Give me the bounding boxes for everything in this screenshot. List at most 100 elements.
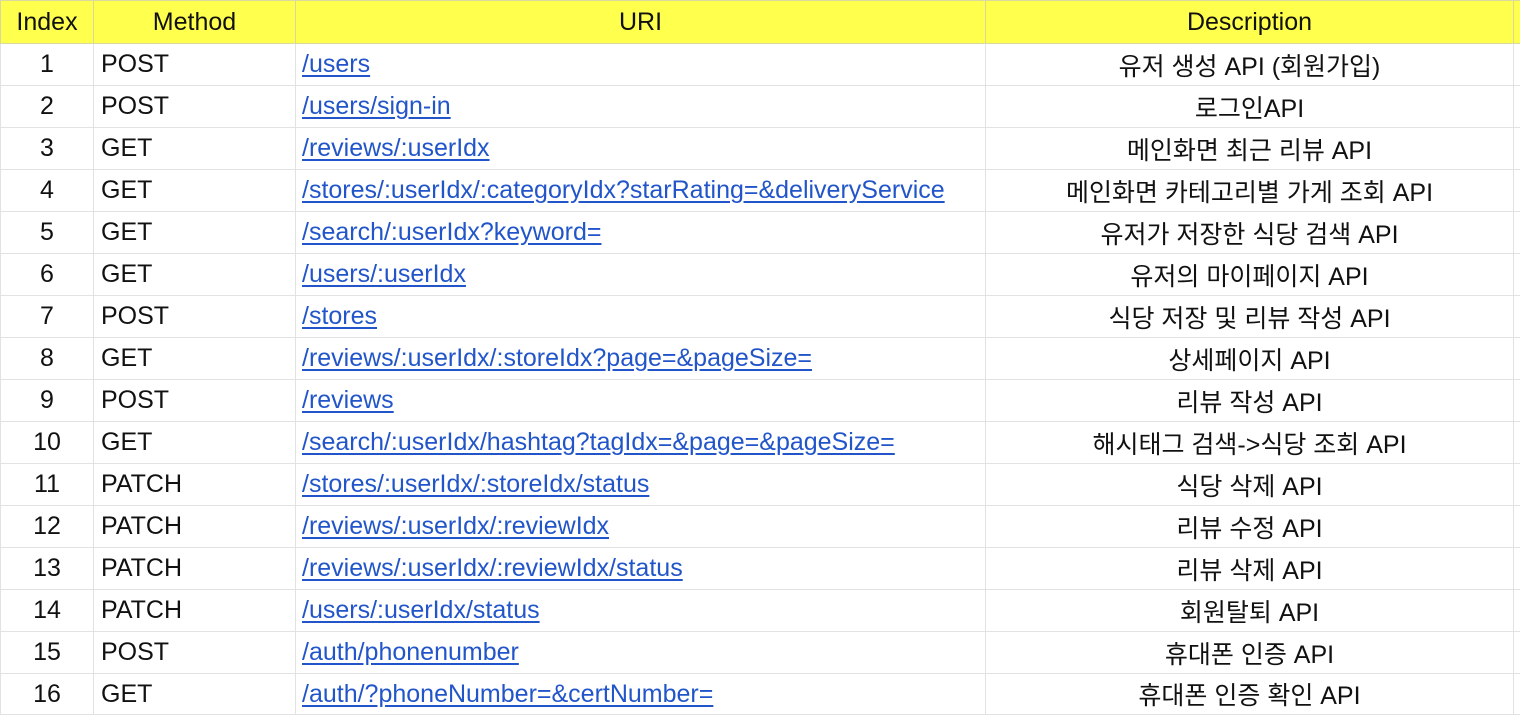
cell-extra[interactable] <box>1514 632 1520 674</box>
uri-link[interactable]: /users/sign-in <box>302 92 451 120</box>
cell-method[interactable]: GET <box>94 338 296 380</box>
cell-method[interactable]: GET <box>94 170 296 212</box>
cell-description[interactable]: 리뷰 수정 API <box>986 506 1514 548</box>
cell-uri[interactable]: /reviews/:userIdx/:reviewIdx <box>296 506 986 548</box>
cell-index[interactable]: 9 <box>1 380 94 422</box>
cell-uri[interactable]: /search/:userIdx/hashtag?tagIdx=&page=&p… <box>296 422 986 464</box>
cell-description[interactable]: 회원탈퇴 API <box>986 590 1514 632</box>
uri-link[interactable]: /users/:userIdx/status <box>302 596 540 624</box>
cell-index[interactable]: 1 <box>1 44 94 86</box>
cell-method[interactable]: POST <box>94 44 296 86</box>
cell-method[interactable]: POST <box>94 632 296 674</box>
cell-description[interactable]: 유저가 저장한 식당 검색 API <box>986 212 1514 254</box>
header-description[interactable]: Description <box>986 1 1514 44</box>
header-method[interactable]: Method <box>94 1 296 44</box>
cell-description[interactable]: 해시태그 검색->식당 조회 API <box>986 422 1514 464</box>
cell-description[interactable]: 리뷰 삭제 API <box>986 548 1514 590</box>
cell-uri[interactable]: /reviews <box>296 380 986 422</box>
cell-description[interactable]: 리뷰 작성 API <box>986 380 1514 422</box>
cell-method[interactable]: GET <box>94 422 296 464</box>
cell-method[interactable]: PATCH <box>94 590 296 632</box>
cell-extra[interactable] <box>1514 422 1520 464</box>
cell-index[interactable]: 7 <box>1 296 94 338</box>
cell-index[interactable]: 2 <box>1 86 94 128</box>
cell-index[interactable]: 5 <box>1 212 94 254</box>
cell-method[interactable]: POST <box>94 380 296 422</box>
header-index[interactable]: Index <box>1 1 94 44</box>
cell-uri[interactable]: /stores <box>296 296 986 338</box>
uri-link[interactable]: /stores/:userIdx/:storeIdx/status <box>302 470 649 498</box>
uri-link[interactable]: /reviews <box>302 386 394 414</box>
uri-link[interactable]: /search/:userIdx?keyword= <box>302 218 601 246</box>
cell-method[interactable]: PATCH <box>94 506 296 548</box>
cell-index[interactable]: 4 <box>1 170 94 212</box>
cell-uri[interactable]: /auth/phonenumber <box>296 632 986 674</box>
cell-extra[interactable] <box>1514 170 1520 212</box>
cell-uri[interactable]: /reviews/:userIdx <box>296 128 986 170</box>
cell-index[interactable]: 10 <box>1 422 94 464</box>
cell-method[interactable]: PATCH <box>94 464 296 506</box>
uri-link[interactable]: /users <box>302 50 370 78</box>
cell-description[interactable]: 로그인API <box>986 86 1514 128</box>
header-extra-cell[interactable] <box>1514 1 1520 44</box>
cell-uri[interactable]: /users/:userIdx/status <box>296 590 986 632</box>
cell-extra[interactable] <box>1514 590 1520 632</box>
cell-uri[interactable]: /stores/:userIdx/:storeIdx/status <box>296 464 986 506</box>
cell-method[interactable]: GET <box>94 254 296 296</box>
cell-extra[interactable] <box>1514 128 1520 170</box>
uri-link[interactable]: /stores/:userIdx/:categoryIdx?starRating… <box>302 176 945 204</box>
cell-extra[interactable] <box>1514 338 1520 380</box>
cell-index[interactable]: 6 <box>1 254 94 296</box>
header-uri[interactable]: URI <box>296 1 986 44</box>
cell-description[interactable]: 유저 생성 API (회원가입) <box>986 44 1514 86</box>
uri-link[interactable]: /users/:userIdx <box>302 260 466 288</box>
cell-extra[interactable] <box>1514 86 1520 128</box>
cell-extra[interactable] <box>1514 548 1520 590</box>
cell-extra[interactable] <box>1514 254 1520 296</box>
cell-index[interactable]: 3 <box>1 128 94 170</box>
cell-description[interactable]: 메인화면 최근 리뷰 API <box>986 128 1514 170</box>
cell-method[interactable]: GET <box>94 212 296 254</box>
cell-uri[interactable]: /search/:userIdx?keyword= <box>296 212 986 254</box>
cell-extra[interactable] <box>1514 464 1520 506</box>
cell-method[interactable]: GET <box>94 128 296 170</box>
cell-description[interactable]: 메인화면 카테고리별 가게 조회 API <box>986 170 1514 212</box>
uri-link[interactable]: /reviews/:userIdx <box>302 134 490 162</box>
cell-uri[interactable]: /stores/:userIdx/:categoryIdx?starRating… <box>296 170 986 212</box>
cell-description[interactable]: 유저의 마이페이지 API <box>986 254 1514 296</box>
cell-extra[interactable] <box>1514 296 1520 338</box>
cell-index[interactable]: 8 <box>1 338 94 380</box>
cell-description[interactable]: 식당 저장 및 리뷰 작성 API <box>986 296 1514 338</box>
uri-link[interactable]: /search/:userIdx/hashtag?tagIdx=&page=&p… <box>302 428 895 456</box>
cell-uri[interactable]: /users/:userIdx <box>296 254 986 296</box>
cell-index[interactable]: 16 <box>1 674 94 715</box>
cell-method[interactable]: POST <box>94 86 296 128</box>
cell-uri[interactable]: /users <box>296 44 986 86</box>
uri-link[interactable]: /reviews/:userIdx/:reviewIdx <box>302 512 609 540</box>
cell-description[interactable]: 식당 삭제 API <box>986 464 1514 506</box>
cell-extra[interactable] <box>1514 212 1520 254</box>
cell-method[interactable]: PATCH <box>94 548 296 590</box>
cell-index[interactable]: 15 <box>1 632 94 674</box>
cell-uri[interactable]: /auth/?phoneNumber=&certNumber= <box>296 674 986 715</box>
cell-extra[interactable] <box>1514 506 1520 548</box>
cell-uri[interactable]: /users/sign-in <box>296 86 986 128</box>
cell-uri[interactable]: /reviews/:userIdx/:reviewIdx/status <box>296 548 986 590</box>
cell-description[interactable]: 휴대폰 인증 API <box>986 632 1514 674</box>
uri-link[interactable]: /reviews/:userIdx/:storeIdx?page=&pageSi… <box>302 344 812 372</box>
uri-link[interactable]: /auth/phonenumber <box>302 638 519 666</box>
cell-index[interactable]: 14 <box>1 590 94 632</box>
cell-method[interactable]: GET <box>94 674 296 715</box>
cell-index[interactable]: 12 <box>1 506 94 548</box>
cell-index[interactable]: 11 <box>1 464 94 506</box>
cell-extra[interactable] <box>1514 44 1520 86</box>
uri-link[interactable]: /auth/?phoneNumber=&certNumber= <box>302 680 713 708</box>
uri-link[interactable]: /reviews/:userIdx/:reviewIdx/status <box>302 554 683 582</box>
cell-uri[interactable]: /reviews/:userIdx/:storeIdx?page=&pageSi… <box>296 338 986 380</box>
cell-method[interactable]: POST <box>94 296 296 338</box>
cell-description[interactable]: 휴대폰 인증 확인 API <box>986 674 1514 715</box>
cell-extra[interactable] <box>1514 380 1520 422</box>
cell-index[interactable]: 13 <box>1 548 94 590</box>
uri-link[interactable]: /stores <box>302 302 377 330</box>
cell-description[interactable]: 상세페이지 API <box>986 338 1514 380</box>
